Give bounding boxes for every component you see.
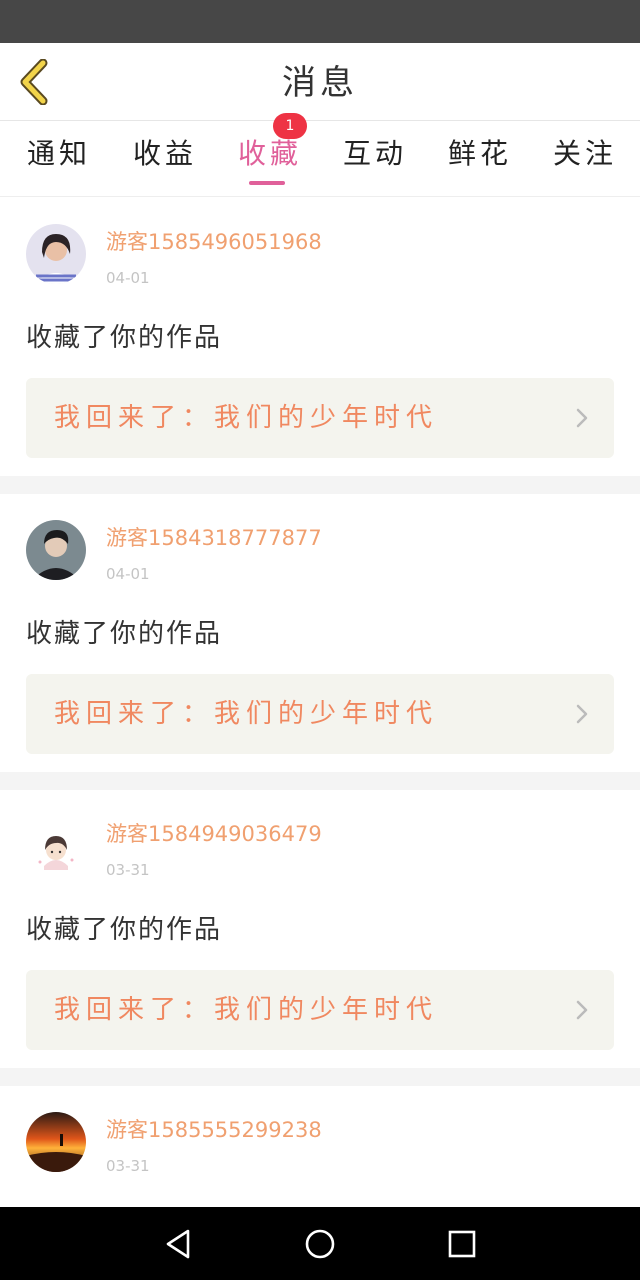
- avatar[interactable]: [26, 520, 86, 580]
- message-list: 游客1585496051968 04-01 收藏了你的作品 我回来了：我们的少年…: [0, 198, 640, 1206]
- avatar[interactable]: [26, 224, 86, 284]
- username[interactable]: 游客1584318777877: [106, 524, 322, 552]
- action-text: 收藏了你的作品: [26, 619, 223, 649]
- separator: [0, 1068, 640, 1086]
- unread-badge: 1: [273, 113, 307, 139]
- action-text: 收藏了你的作品: [26, 323, 223, 353]
- tab-label: 收藏: [237, 137, 302, 170]
- circle-home-icon[interactable]: [302, 1226, 338, 1262]
- chevron-right-icon: [576, 704, 588, 724]
- timestamp: 03-31: [106, 861, 150, 879]
- tab-label: 互动: [342, 137, 407, 170]
- separator: [0, 772, 640, 790]
- tab-label: 通知: [26, 137, 91, 170]
- timestamp: 03-31: [106, 1157, 150, 1175]
- list-item: 游客1585496051968 04-01 收藏了你的作品 我回来了：我们的少年…: [0, 198, 640, 476]
- username[interactable]: 游客1585555299238: [106, 1116, 322, 1144]
- chevron-right-icon: [576, 408, 588, 428]
- list-item: 游客1584949036479 03-31 收藏了你的作品 我回来了：我们的少年…: [0, 790, 640, 1068]
- avatar[interactable]: [26, 1112, 86, 1172]
- tab-notifications[interactable]: 通知: [4, 121, 114, 197]
- active-tab-indicator: [249, 181, 285, 185]
- tab-label: 收益: [132, 137, 197, 170]
- action-text: 收藏了你的作品: [26, 915, 223, 945]
- work-title: 我回来了：我们的少年时代: [54, 699, 439, 729]
- avatar[interactable]: [26, 816, 86, 876]
- tab-label: 关注: [552, 137, 617, 170]
- page-title: 消息: [282, 63, 358, 103]
- tab-favorites[interactable]: 收藏 1: [215, 113, 325, 197]
- status-bar: [0, 0, 640, 43]
- timestamp: 04-01: [106, 269, 150, 287]
- timestamp: 04-01: [106, 565, 150, 583]
- work-link[interactable]: 我回来了：我们的少年时代: [26, 378, 614, 458]
- username[interactable]: 游客1585496051968: [106, 228, 322, 256]
- tab-flowers[interactable]: 鲜花: [425, 121, 535, 197]
- chevron-right-icon: [576, 1000, 588, 1020]
- work-link[interactable]: 我回来了：我们的少年时代: [26, 674, 614, 754]
- app-header: 消息: [0, 43, 640, 121]
- username[interactable]: 游客1584949036479: [106, 820, 322, 848]
- list-item: 游客1585555299238 03-31: [0, 1086, 640, 1206]
- tab-label: 鲜花: [447, 137, 512, 170]
- work-link[interactable]: 我回来了：我们的少年时代: [26, 970, 614, 1050]
- tab-interactions[interactable]: 互动: [320, 121, 430, 197]
- separator: [0, 476, 640, 494]
- tab-bar: 通知 收益 收藏 1 互动 鲜花 关注: [0, 113, 640, 197]
- work-title: 我回来了：我们的少年时代: [54, 995, 439, 1025]
- square-recent-icon[interactable]: [444, 1226, 480, 1262]
- list-item: 游客1584318777877 04-01 收藏了你的作品 我回来了：我们的少年…: [0, 494, 640, 772]
- tab-earnings[interactable]: 收益: [110, 121, 220, 197]
- triangle-back-icon[interactable]: [160, 1226, 196, 1262]
- work-title: 我回来了：我们的少年时代: [54, 403, 439, 433]
- system-nav-bar: [0, 1207, 640, 1280]
- tab-follows[interactable]: 关注: [530, 121, 640, 197]
